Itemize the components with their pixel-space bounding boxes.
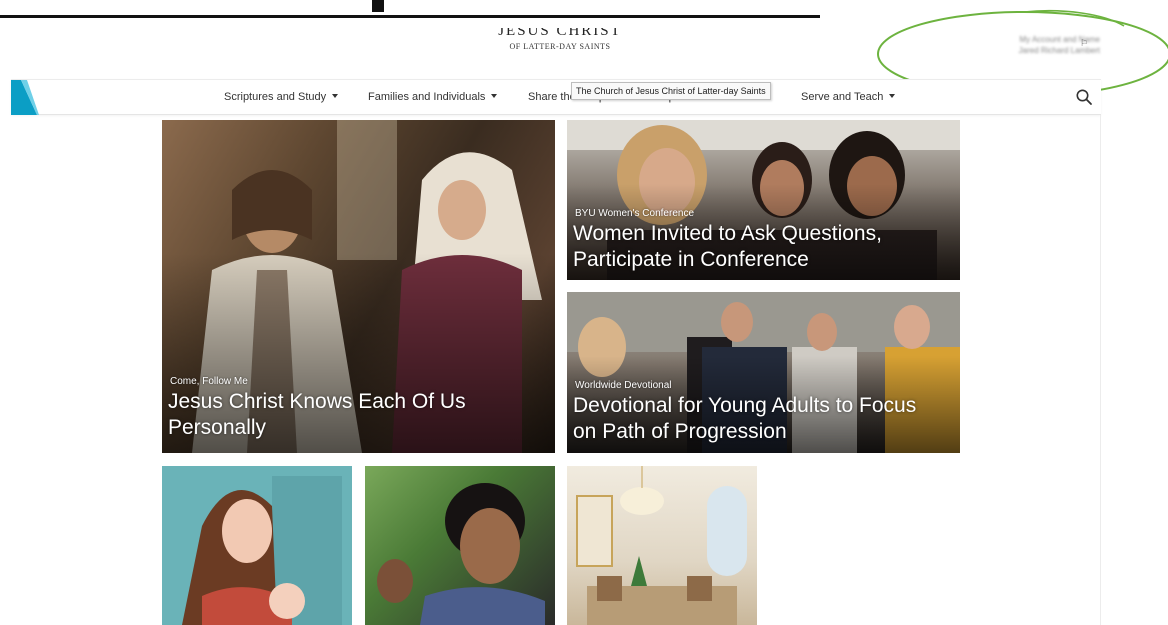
card-headline-line: Participate in Conference xyxy=(573,248,809,271)
chevron-down-icon xyxy=(491,94,498,98)
tile-youth[interactable] xyxy=(365,466,555,625)
logo-line-2: OF LATTER-DAY SAINTS xyxy=(509,42,611,51)
chevron-down-icon xyxy=(332,94,339,98)
logo-line-1: JESUS CHRIST xyxy=(498,28,622,39)
card-headline: Women Invited to Ask Questions, Particip… xyxy=(573,221,882,273)
feature-card-jesus-christ[interactable]: Come, Follow Me Jesus Christ Knows Each … xyxy=(162,120,555,453)
account-menu[interactable]: My Account and Name Jared Richard Lamber… xyxy=(960,34,1100,60)
card-kicker: Come, Follow Me xyxy=(170,376,248,387)
nav-item-label: Families and Individuals xyxy=(368,91,486,103)
nav-item-label: Scriptures and Study xyxy=(224,91,327,103)
nav-item-families-and-individuals[interactable]: Families and Individuals xyxy=(368,91,498,103)
tile-image xyxy=(576,466,747,625)
card-headline-line: Devotional for Young Adults to Focus xyxy=(573,394,917,417)
nav-item-scriptures-and-study[interactable]: Scriptures and Study xyxy=(224,91,339,103)
card-headline-line: Jesus Christ Knows Each Of Us xyxy=(168,390,466,413)
church-logo[interactable]: JESUS CHRIST OF LATTER-DAY SAINTS xyxy=(0,28,1120,51)
slide-title-fragment xyxy=(372,0,384,12)
search-icon[interactable] xyxy=(1075,88,1093,106)
card-headline-line: Women Invited to Ask Questions, xyxy=(573,222,882,245)
tile-mother-and-child[interactable] xyxy=(162,466,352,625)
chevron-down-icon xyxy=(889,94,896,98)
news-card-worldwide-devotional[interactable]: Worldwide Devotional Devotional for Youn… xyxy=(567,292,960,453)
nav-accent-stripe xyxy=(11,80,39,115)
main-nav: Scriptures and Study Families and Indivi… xyxy=(11,79,1101,115)
content-edge-divider xyxy=(1100,115,1101,625)
tile-image xyxy=(377,483,545,625)
news-card-womens-conference[interactable]: BYU Women's Conference Women Invited to … xyxy=(567,120,960,280)
page: JESUS CHRIST OF LATTER-DAY SAINTS My Acc… xyxy=(0,0,1168,625)
nav-item-serve-and-teach[interactable]: Serve and Teach xyxy=(801,91,896,103)
account-line-1: My Account and Name xyxy=(1019,35,1100,44)
account-line-2: Jared Richard Lambert xyxy=(1018,46,1100,55)
slide-title-rule xyxy=(0,15,820,18)
card-headline: Jesus Christ Knows Each Of Us Personally xyxy=(168,389,466,441)
logo-tooltip: The Church of Jesus Christ of Latter-day… xyxy=(571,82,771,100)
card-headline: Devotional for Young Adults to Focus on … xyxy=(573,393,916,445)
tile-temple-interior[interactable] xyxy=(567,466,757,625)
card-kicker: Worldwide Devotional xyxy=(575,380,672,391)
card-headline-line: on Path of Progression xyxy=(573,420,787,443)
tile-image xyxy=(182,476,342,625)
account-flag-icon: ⚐ xyxy=(1080,38,1089,48)
card-kicker: BYU Women's Conference xyxy=(575,208,694,219)
card-headline-line: Personally xyxy=(168,416,267,439)
nav-item-label: Serve and Teach xyxy=(801,91,884,103)
